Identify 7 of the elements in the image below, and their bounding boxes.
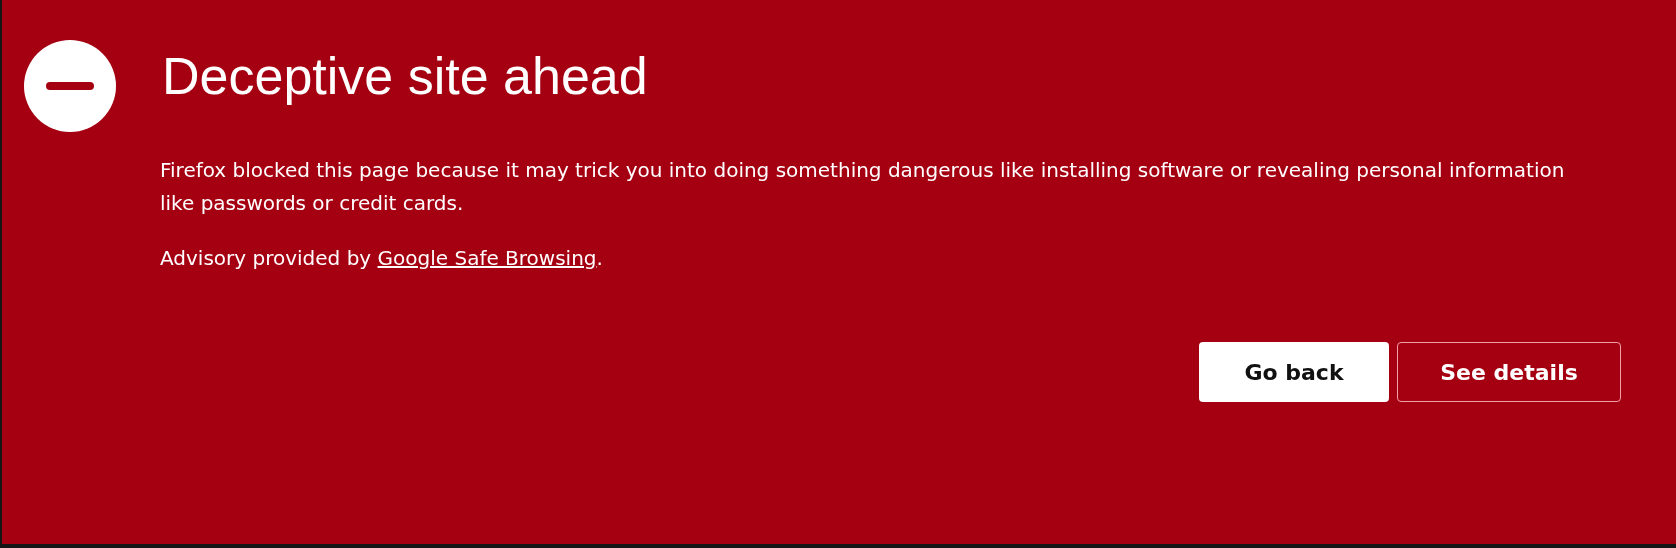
page-title: Deceptive site ahead	[162, 46, 648, 106]
advisory-text: Advisory provided by Google Safe Browsing.	[160, 245, 604, 272]
blocked-icon	[24, 40, 116, 132]
safe-browsing-link[interactable]: Google Safe Browsing	[377, 246, 597, 270]
go-back-button[interactable]: Go back	[1199, 342, 1389, 402]
details-button[interactable]: See details	[1397, 342, 1621, 402]
description-text: Firefox blocked this page because it may trick you into doing something dangerous like installing software or revealing personal information like passwords or credit cards.	[160, 157, 1566, 217]
